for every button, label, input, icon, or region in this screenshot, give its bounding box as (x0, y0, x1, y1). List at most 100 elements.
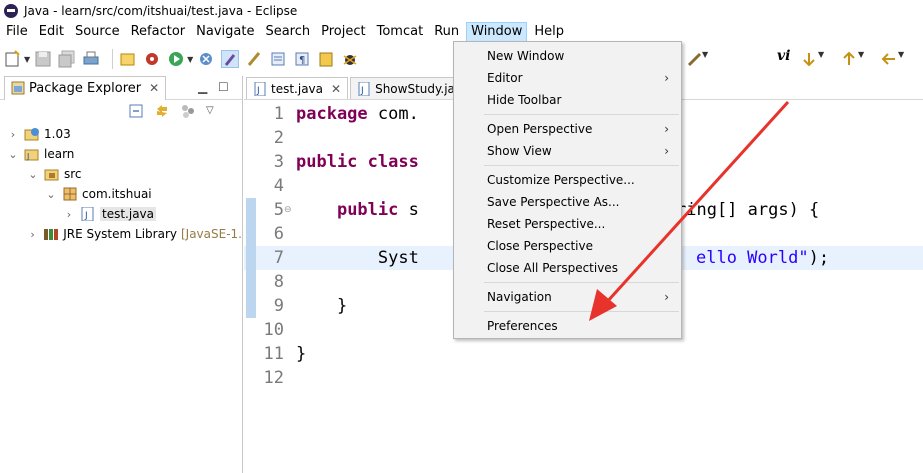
chevron-down-icon[interactable]: ⌄ (6, 148, 20, 161)
menu-tomcat[interactable]: Tomcat (373, 22, 428, 42)
menu-item-new-window[interactable]: New Window (454, 45, 681, 67)
tree-item-src[interactable]: ⌄ src (0, 164, 242, 184)
back-icon[interactable] (880, 50, 898, 68)
highlight-icon[interactable] (221, 50, 240, 68)
focus-icon[interactable] (180, 103, 198, 121)
maximize-icon[interactable]: ☐ (218, 80, 229, 94)
bug-icon[interactable] (341, 50, 359, 68)
menu-item-hide-toolbar[interactable]: Hide Toolbar (454, 89, 681, 111)
chevron-right-icon: › (664, 122, 669, 136)
change-marker (246, 246, 256, 270)
line-number: 6 (273, 224, 284, 244)
menu-divider (484, 114, 679, 115)
book-icon[interactable] (317, 50, 335, 68)
chevron-down-icon[interactable]: ▼ (898, 50, 904, 59)
run-icon[interactable] (167, 50, 185, 68)
chevron-down-icon[interactable]: ⌄ (44, 188, 58, 201)
menu-item-close-all-perspectives[interactable]: Close All Perspectives (454, 257, 681, 279)
menu-item-close-perspective[interactable]: Close Perspective (454, 235, 681, 257)
tree-item-detail: [JavaSE-1. (180, 227, 242, 241)
menu-help[interactable]: Help (530, 22, 568, 42)
chevron-down-icon[interactable]: ▼ (702, 50, 708, 59)
close-icon[interactable]: ✕ (331, 82, 341, 96)
menu-file[interactable]: File (2, 22, 32, 42)
window-title: Java - learn/src/com/itshuai/test.java -… (24, 4, 298, 18)
package-explorer-label: Package Explorer (29, 80, 142, 96)
menu-item-show-view[interactable]: Show View › (454, 140, 681, 162)
chevron-down-icon[interactable]: ▼ (858, 50, 864, 59)
menu-item-label: Preferences (487, 319, 558, 333)
menu-refactor[interactable]: Refactor (127, 22, 190, 42)
code-line: 12 (244, 366, 923, 390)
tree-item-test-java[interactable]: › J test.java (0, 204, 242, 224)
new-icon[interactable] (4, 50, 22, 68)
menu-divider (484, 311, 679, 312)
menu-item-save-perspective-as[interactable]: Save Perspective As... (454, 191, 681, 213)
tab-label: test.java (271, 81, 324, 96)
line-number: 12 (263, 368, 284, 388)
menu-item-open-perspective[interactable]: Open Perspective › (454, 118, 681, 140)
tree-item-package[interactable]: ⌄ com.itshuai (0, 184, 242, 204)
open-task-icon[interactable] (119, 50, 137, 68)
tree-item-project-learn[interactable]: ⌄ J learn (0, 144, 242, 164)
menu-search[interactable]: Search (261, 22, 314, 42)
menu-window[interactable]: Window (466, 22, 528, 42)
brush-icon[interactable] (245, 50, 263, 68)
svg-text:J: J (84, 211, 88, 221)
chevron-down-icon[interactable]: ⌄ (26, 168, 40, 181)
line-number: 7 (273, 248, 284, 268)
menu-item-customize-perspective[interactable]: Customize Perspective... (454, 169, 681, 191)
code-text: public class (296, 152, 419, 172)
line-number: 10 (263, 320, 284, 340)
package-explorer-tab[interactable]: Package Explorer ✕ (4, 75, 167, 100)
tree-item-label: com.itshuai (82, 187, 152, 201)
build-icon[interactable] (143, 50, 161, 68)
menu-item-label: Navigation (487, 290, 552, 304)
menu-source[interactable]: Source (71, 22, 124, 42)
tab-test-java[interactable]: J test.java ✕ (246, 77, 349, 99)
tree-item-project-1-03[interactable]: › 1.03 (0, 124, 242, 144)
chevron-right-icon[interactable]: › (6, 128, 20, 141)
line-number: 1 (273, 104, 284, 124)
next-annotation-icon[interactable] (800, 50, 818, 68)
save-icon[interactable] (34, 50, 52, 68)
close-icon[interactable]: ✕ (149, 81, 159, 95)
chevron-down-icon[interactable]: ▼ (818, 50, 824, 59)
menu-run[interactable]: Run (430, 22, 463, 42)
prev-annotation-icon[interactable] (840, 50, 858, 68)
menu-item-label: New Window (487, 49, 565, 63)
menu-item-label: Close Perspective (487, 239, 594, 253)
save-all-icon[interactable] (58, 50, 76, 68)
library-icon (43, 227, 59, 241)
menu-item-reset-perspective[interactable]: Reset Perspective... (454, 213, 681, 235)
collapse-all-icon[interactable] (128, 103, 146, 121)
chevron-down-icon[interactable]: ▼ (24, 55, 30, 64)
vi-icon[interactable]: vi (777, 48, 790, 64)
print-icon[interactable] (82, 50, 100, 68)
chevron-right-icon: › (664, 290, 669, 304)
change-marker (246, 222, 256, 246)
chevron-down-icon[interactable]: ▼ (187, 55, 193, 64)
tree-item-jre-library[interactable]: › JRE System Library [JavaSE-1. (0, 224, 242, 244)
chevron-right-icon[interactable]: › (26, 228, 39, 241)
menu-item-preferences[interactable]: Preferences (454, 315, 681, 337)
outline-icon[interactable] (269, 50, 287, 68)
minimize-icon[interactable]: ▁ (198, 80, 207, 94)
tree-item-label: test.java (100, 207, 157, 221)
project-tree: › 1.03 ⌄ J learn ⌄ src ⌄ com.itshuai › J… (0, 124, 242, 244)
menu-item-editor[interactable]: Editor › (454, 67, 681, 89)
menu-project[interactable]: Project (317, 22, 369, 42)
menu-edit[interactable]: Edit (35, 22, 68, 42)
menu-item-label: Open Perspective (487, 122, 593, 136)
debug-icon[interactable] (197, 50, 215, 68)
chevron-right-icon[interactable]: › (62, 208, 76, 221)
link-with-editor-icon[interactable] (154, 103, 172, 121)
source-folder-icon (44, 167, 60, 181)
tree-item-label: src (64, 167, 82, 181)
view-menu-icon[interactable]: ▽ (206, 103, 224, 121)
fold-icon[interactable]: ⊖ (284, 198, 292, 222)
menu-navigate[interactable]: Navigate (192, 22, 258, 42)
paragraph-icon[interactable]: ¶ (293, 50, 311, 68)
menu-item-navigation[interactable]: Navigation › (454, 286, 681, 308)
menu-divider (484, 165, 679, 166)
